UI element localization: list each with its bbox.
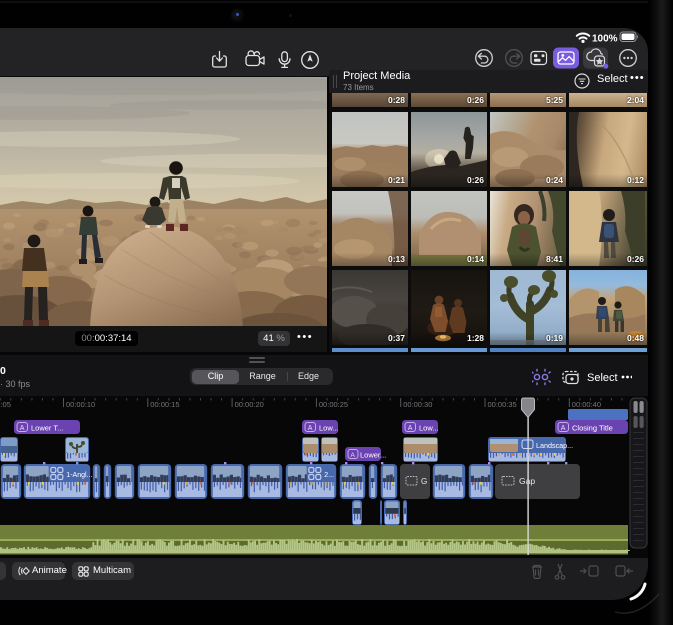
svg-text:A: A xyxy=(20,425,25,432)
svg-text:A: A xyxy=(408,425,413,432)
svg-text:Closing Title: Closing Title xyxy=(572,424,613,433)
svg-text:G: G xyxy=(421,477,427,486)
svg-text:100%: 100% xyxy=(592,34,618,45)
svg-text:00:00:10: 00:00:10 xyxy=(66,400,95,409)
svg-text:A: A xyxy=(561,425,566,432)
svg-text:Low...: Low... xyxy=(419,424,439,433)
svg-text:Lower...: Lower... xyxy=(360,451,386,460)
svg-text:Landscap...: Landscap... xyxy=(536,441,573,450)
svg-text:00:00:15: 00:00:15 xyxy=(150,400,179,409)
svg-text:00:00:40: 00:00:40 xyxy=(572,400,601,409)
svg-text:00:00:30: 00:00:30 xyxy=(403,400,432,409)
svg-text:A: A xyxy=(351,452,356,459)
svg-text:Gap: Gap xyxy=(519,476,535,486)
svg-text:00:00:20: 00:00:20 xyxy=(235,400,264,409)
svg-text:A: A xyxy=(308,425,313,432)
svg-text:1-Angl...: 1-Angl... xyxy=(66,472,92,479)
svg-text:Low...: Low... xyxy=(319,424,339,433)
svg-text:Lower T...: Lower T... xyxy=(31,424,63,433)
svg-text:00:00:05: 00:00:05 xyxy=(0,400,11,409)
svg-text:00:00:25: 00:00:25 xyxy=(319,400,348,409)
svg-text:2...: 2... xyxy=(324,472,334,479)
svg-text:00:00:35: 00:00:35 xyxy=(488,400,517,409)
